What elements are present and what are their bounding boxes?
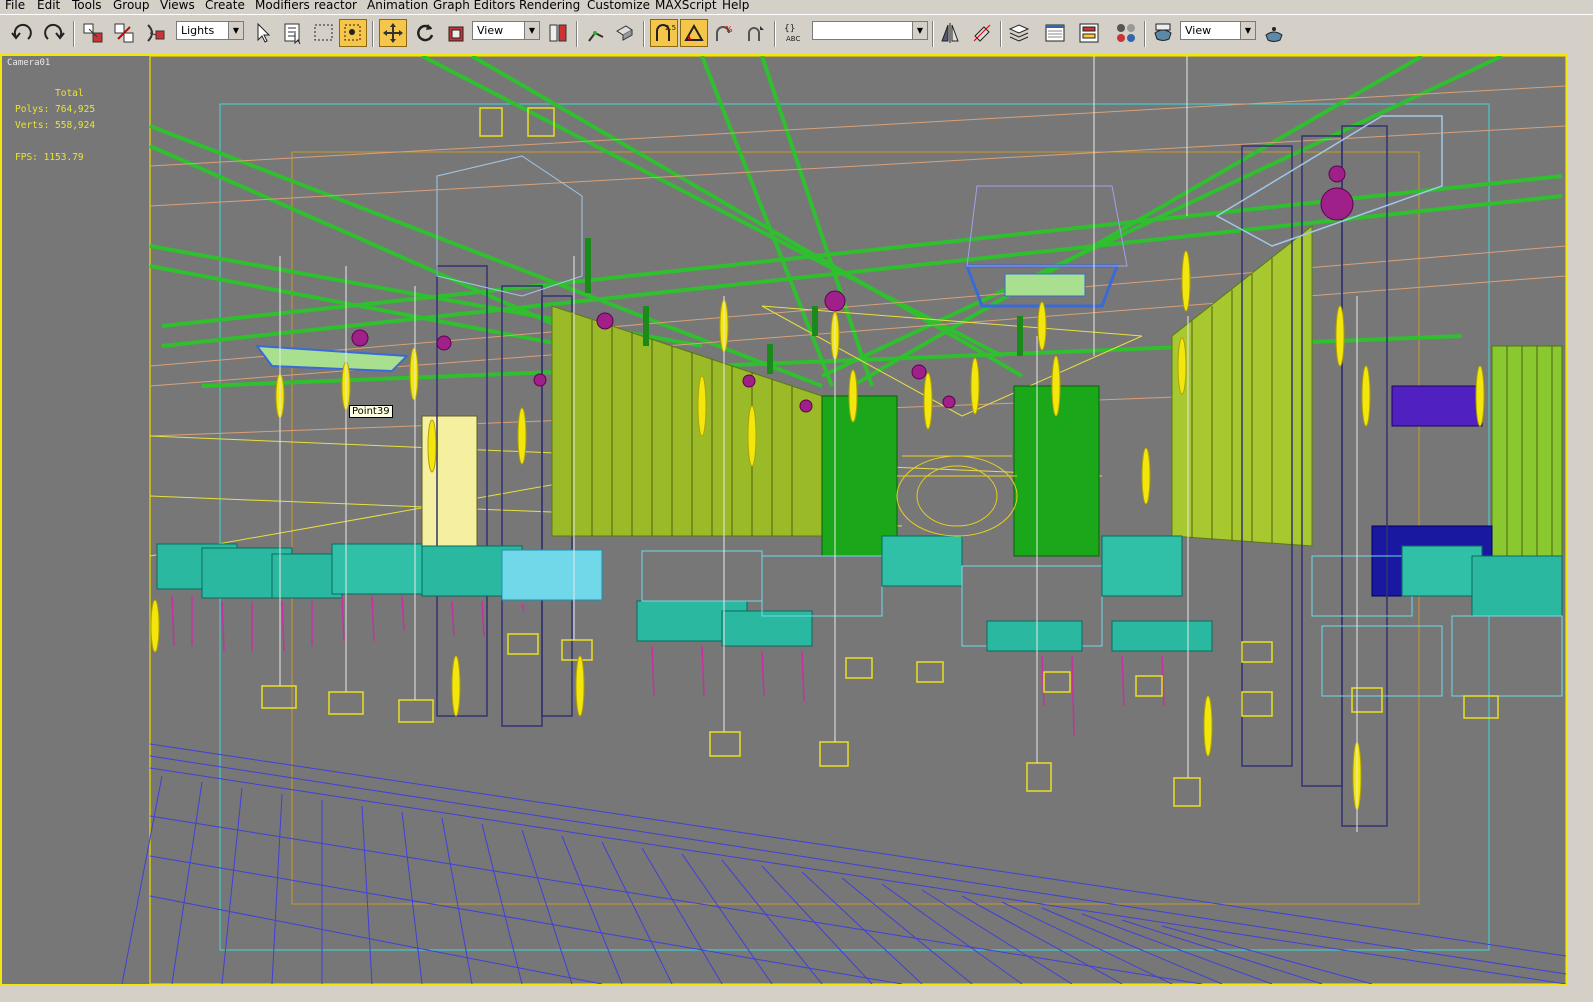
menu-animation[interactable]: Animation (367, 0, 428, 11)
undo-icon[interactable] (8, 19, 36, 47)
menu-edit[interactable]: Edit (37, 0, 60, 11)
align-icon[interactable] (968, 19, 996, 47)
menu-group[interactable]: Group (113, 0, 150, 11)
bind-space-warp-icon[interactable] (142, 19, 170, 47)
menu-tools[interactable]: Tools (72, 0, 102, 11)
unlink-icon[interactable] (110, 19, 138, 47)
toolbar-separator (1144, 21, 1146, 47)
material-editor-icon[interactable] (1112, 19, 1140, 47)
dining-chairs-right (1311, 545, 1563, 697)
angle-snap-icon[interactable] (680, 19, 708, 47)
toolbar-separator (73, 21, 75, 47)
select-object-icon[interactable] (249, 19, 277, 47)
toolbar-separator (932, 21, 934, 47)
render-view-value: View (1185, 24, 1212, 37)
center-arch (896, 455, 1018, 537)
main-toolbar: Lights ▼ View ▼ 2.5 % {} ABC ▼ View ▼ (0, 14, 1593, 55)
select-and-rotate-icon[interactable] (411, 19, 439, 47)
select-and-scale-icon[interactable] (442, 19, 470, 47)
menu-maxscript[interactable]: MAXScript (655, 0, 717, 11)
select-and-link-icon[interactable] (79, 19, 107, 47)
menu-modifiers[interactable]: Modifiers (255, 0, 310, 11)
toolbar-separator (643, 21, 645, 47)
use-pivot-center-icon[interactable] (544, 19, 572, 47)
quick-render-icon[interactable] (1260, 19, 1288, 47)
dining-chairs-left (156, 543, 603, 652)
edit-named-selection-icon[interactable]: {} ABC (780, 19, 808, 47)
wireframe-scene[interactable] (2, 56, 1566, 984)
svg-text:2.5: 2.5 (665, 24, 676, 32)
reference-coordinate-value: View (477, 24, 504, 37)
menu-customize[interactable]: Customize (587, 0, 650, 11)
menu-create[interactable]: Create (205, 0, 245, 11)
layer-manager-icon[interactable] (1005, 19, 1033, 47)
right-panel-edge (1568, 54, 1593, 1002)
bottom-panel-edge (0, 986, 1568, 1002)
selection-filter-dropdown[interactable]: Lights ▼ (176, 21, 244, 40)
mirror-icon[interactable] (936, 19, 964, 47)
svg-text:%: % (725, 25, 733, 34)
dining-chairs-center (636, 535, 1213, 737)
toolbar-separator (774, 21, 776, 47)
rectangular-selection-region-icon[interactable] (310, 19, 338, 47)
floor-grid (121, 743, 1566, 984)
toolbar-separator (1000, 21, 1002, 47)
menu-reactor[interactable]: reactor (314, 0, 357, 11)
reference-coordinate-dropdown[interactable]: View ▼ (472, 21, 540, 40)
window-crossing-icon[interactable] (339, 19, 367, 47)
select-by-name-icon[interactable] (279, 19, 307, 47)
curve-editor-icon[interactable] (1041, 19, 1069, 47)
object-tooltip: Point39 (349, 405, 393, 418)
camera-viewport[interactable]: Camera01 Total Polys: 764,925 Verts: 558… (0, 54, 1568, 986)
chevron-down-icon: ▼ (524, 22, 539, 39)
toolbar-separator (576, 21, 578, 47)
select-manipulate-icon[interactable] (581, 19, 609, 47)
keyboard-shortcut-override-icon[interactable] (610, 19, 638, 47)
spinner-snap-icon[interactable] (741, 19, 769, 47)
menu-views[interactable]: Views (160, 0, 195, 11)
percent-snap-icon[interactable]: % (710, 19, 738, 47)
select-and-move-icon[interactable] (379, 19, 407, 47)
menu-help[interactable]: Help (722, 0, 749, 11)
snaps-toggle-icon[interactable]: 2.5 (650, 19, 678, 47)
menu-bar: File Edit Tools Group Views Create Modif… (0, 0, 1593, 13)
render-view-dropdown[interactable]: View ▼ (1180, 21, 1256, 40)
menu-rendering[interactable]: Rendering (519, 0, 580, 11)
menu-file[interactable]: File (5, 0, 25, 11)
toolbar-separator (372, 21, 374, 47)
schematic-view-icon[interactable] (1075, 19, 1103, 47)
svg-text:{}: {} (784, 24, 795, 34)
selection-filter-value: Lights (181, 24, 215, 37)
redo-icon[interactable] (40, 19, 68, 47)
named-selection-dropdown[interactable]: ▼ (812, 21, 928, 40)
menu-graph-editors[interactable]: Graph Editors (433, 0, 515, 11)
chevron-down-icon: ▼ (228, 22, 243, 39)
render-scene-icon[interactable] (1149, 19, 1177, 47)
chevron-down-icon: ▼ (912, 22, 927, 39)
chevron-down-icon: ▼ (1240, 22, 1255, 39)
svg-text:ABC: ABC (786, 35, 800, 43)
